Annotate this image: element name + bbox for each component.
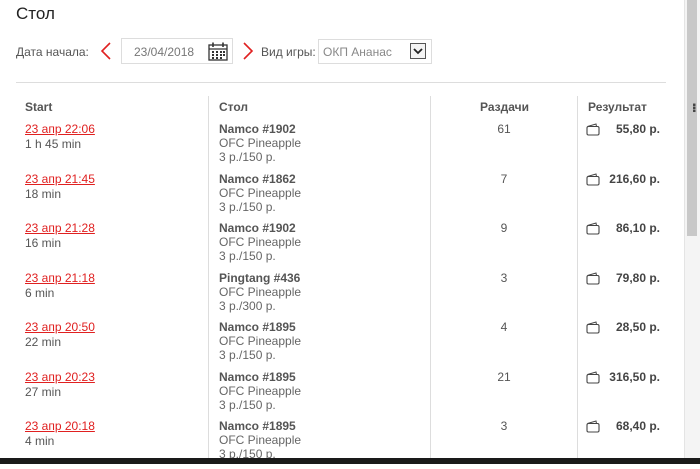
game-type-select[interactable]: ОКП Ананас [318,39,432,64]
game-name: OFC Pineapple [219,284,302,299]
hands-count: 21 [497,369,511,384]
wallet-icon [586,370,600,387]
session-duration: 1 h 45 min [25,137,82,151]
game-name: OFC Pineapple [219,185,302,200]
wallet-icon [586,271,600,288]
game-name: OFC Pineapple [219,334,302,348]
filter-bar: Дата начала: 23/04/2018 Вид игры: ОКП Ан… [16,38,676,66]
page-title: Стол [16,4,55,23]
table-info: Namco #1895 OFC Pineapple 3 р./150 р. [219,320,301,362]
game-name: OFC Pineapple [219,235,302,249]
session-start-link[interactable]: 23 апр 21:45 [25,172,95,186]
calendar-icon[interactable] [208,42,228,66]
table-name: Namco #1895 [219,320,296,334]
table-info: Namco #1902 OFC Pineapple 3 р./150 р. [219,122,301,164]
wallet-icon [586,222,600,238]
table-info: Namco #1902 OFC Pineapple 3 р./150 р. [219,221,301,263]
filter-divider [16,82,666,83]
chevron-down-icon[interactable] [410,43,426,59]
hands-count: 7 [500,171,508,186]
table-row[interactable]: 23 апр 20:23 27 min Namco #1895 OFC Pineapp… [0,370,684,420]
wallet-icon [586,172,600,189]
table-row[interactable]: 23 апр 21:45 18 min Namco #1862 OFC Pineapp… [0,172,684,222]
stakes: 3 р./150 р. [219,348,276,362]
table-info: Pingtang #436 OFC Pineapple 3 р./300 р. [219,271,301,313]
game-name: OFC Pineapple [219,433,302,447]
game-name: OFC Pineapple [219,383,302,398]
table-name: Namco #1895 [219,369,296,384]
result-amount: 86,10 р. [615,221,660,235]
result-amount: 316,50 р. [609,369,660,384]
result-amount: 216,60 р. [609,171,660,186]
column-header-table[interactable]: Стол [219,100,248,114]
table-info: Namco #1895 OFC Pineapple 3 р./150 р. [219,419,301,461]
resize-gripper-icon: ▪ ▪ ▪ [692,100,696,117]
table-row[interactable]: 23 апр 21:18 6 min Pingtang #436 OFC Pineap… [0,271,684,321]
result-amount: 79,80 р. [615,270,660,285]
session-duration: 6 min [25,285,55,300]
hands-count: 9 [500,221,508,235]
session-start-link[interactable]: 23 апр 21:18 [25,271,95,285]
start-date-label: Дата начала: [16,45,89,59]
table-name: Namco #1902 [219,221,296,235]
session-start-link[interactable]: 23 апр 20:50 [25,320,95,334]
column-header-start[interactable]: Start [25,100,52,114]
scrollbar[interactable] [684,0,700,464]
hands-count: 4 [500,320,508,334]
prev-date-arrow-icon[interactable] [99,40,115,62]
scrollbar-thumb[interactable] [687,0,697,236]
table-info: Namco #1862 OFC Pineapple 3 р./150 р. [219,172,301,214]
session-start-link[interactable]: 23 апр 21:28 [25,221,95,235]
game-type-value: ОКП Ананас [323,45,392,59]
start-date-input[interactable]: 23/04/2018 [121,38,233,64]
session-start-link[interactable]: 23 апр 20:23 [25,370,95,384]
table-name: Namco #1902 [219,122,296,136]
table-row[interactable]: 23 апр 22:06 1 h 45 min Namco #1902 OFC Pin… [0,122,684,172]
wallet-icon [586,123,600,139]
session-start: 23 апр 22:06 1 h 45 min [25,122,95,151]
start-date-value: 23/04/2018 [134,45,195,59]
stakes: 3 р./150 р. [219,249,276,263]
result-amount: 28,50 р. [615,320,660,334]
table-info: Namco #1895 OFC Pineapple 3 р./150 р. [219,370,301,412]
hands-count: 3 [500,419,508,433]
session-start-link[interactable]: 23 апр 20:18 [25,419,95,433]
stakes: 3 р./150 р. [219,397,276,412]
session-duration: 4 min [25,434,55,448]
table-row[interactable]: 23 апр 21:28 16 min Namco #1902 OFC Pineapp… [0,221,684,271]
session-duration: 27 min [25,384,62,399]
stakes: 3 р./150 р. [219,199,276,214]
table-name: Namco #1895 [219,419,296,433]
result-amount: 68,40 р. [615,419,660,433]
hands-count: 3 [500,270,508,285]
session-start: 23 апр 21:28 16 min [25,221,95,250]
column-header-result[interactable]: Результат [588,100,647,114]
session-start: 23 апр 20:50 22 min [25,320,95,349]
hands-count: 61 [497,122,511,136]
next-date-arrow-icon[interactable] [241,40,257,62]
stakes: 3 р./150 р. [219,150,276,164]
session-start: 23 апр 21:45 18 min [25,172,95,201]
column-header-hands[interactable]: Раздачи [480,100,529,114]
wallet-icon [586,321,600,337]
session-start-link[interactable]: 23 апр 22:06 [25,122,95,136]
bottom-bar [0,458,700,464]
game-name: OFC Pineapple [219,136,302,150]
game-type-label: Вид игры: [261,45,316,59]
result-amount: 55,80 р. [615,122,660,136]
session-start: 23 апр 20:18 4 min [25,419,95,448]
table-row[interactable]: 23 апр 20:50 22 min Namco #1895 OFC Pineapp… [0,320,684,370]
session-start: 23 апр 20:23 27 min [25,370,95,399]
stakes: 3 р./300 р. [219,298,276,313]
session-duration: 18 min [25,186,62,201]
table-name: Namco #1862 [219,171,296,186]
session-start: 23 апр 21:18 6 min [25,271,95,300]
wallet-icon [586,420,600,436]
session-duration: 22 min [25,335,62,349]
session-duration: 16 min [25,236,62,250]
table-name: Pingtang #436 [219,270,301,285]
